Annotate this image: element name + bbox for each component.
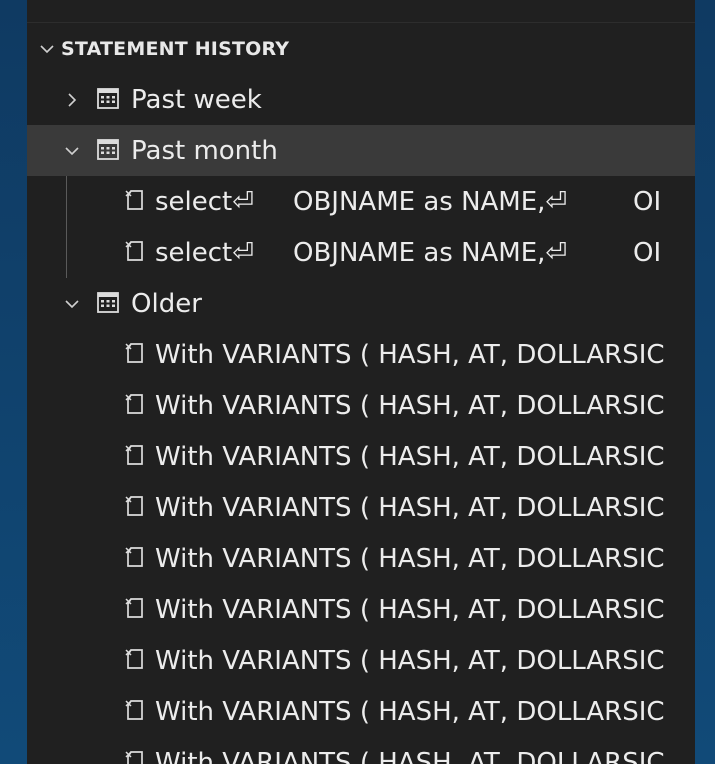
tree-group-past-week[interactable]: Past week (27, 74, 695, 125)
history-item[interactable]: With VARIANTS ( HASH, AT, DOLLARSIC (27, 737, 695, 764)
history-item[interactable]: With VARIANTS ( HASH, AT, DOLLARSIC (27, 329, 695, 380)
document-icon (123, 341, 147, 369)
statement-text: With VARIANTS ( HASH, AT, DOLLARSIC (155, 645, 665, 676)
history-item[interactable]: With VARIANTS ( HASH, AT, DOLLARSIC (27, 380, 695, 431)
history-item[interactable]: With VARIANTS ( HASH, AT, DOLLARSIC (27, 482, 695, 533)
chevron-right-icon[interactable] (61, 89, 83, 111)
statement-text: With VARIANTS ( HASH, AT, DOLLARSIC (155, 747, 665, 764)
document-icon (123, 392, 147, 420)
statement-history-panel: STATEMENT HISTORY Past week Past month s… (27, 0, 695, 764)
chevron-down-icon[interactable] (27, 41, 61, 57)
document-icon (123, 698, 147, 726)
statement-text: With VARIANTS ( HASH, AT, DOLLARSIC (155, 594, 665, 625)
chevron-down-icon[interactable] (61, 293, 83, 315)
statement-part: OI (633, 237, 662, 268)
statement-part: select⏎ (155, 186, 255, 217)
statement-part: OBJNAME as NAME,⏎ (293, 237, 568, 268)
history-item[interactable]: select⏎ OBJNAME as NAME,⏎ OI (27, 227, 695, 278)
older-children: With VARIANTS ( HASH, AT, DOLLARSIC With… (27, 329, 695, 764)
calendar-icon (95, 85, 121, 115)
chevron-down-icon[interactable] (61, 140, 83, 162)
document-icon (123, 647, 147, 675)
group-label: Older (131, 288, 202, 319)
statement-text: With VARIANTS ( HASH, AT, DOLLARSIC (155, 696, 665, 727)
group-label: Past month (131, 135, 278, 166)
tree-group-older[interactable]: Older (27, 278, 695, 329)
statement-part: select⏎ (155, 237, 255, 268)
tree-group-past-month[interactable]: Past month (27, 125, 695, 176)
history-item[interactable]: select⏎ OBJNAME as NAME,⏎ OI (27, 176, 695, 227)
section-header[interactable]: STATEMENT HISTORY (27, 32, 695, 66)
statement-part: OI (633, 186, 662, 217)
statement-text: With VARIANTS ( HASH, AT, DOLLARSIC (155, 441, 665, 472)
history-tree: Past week Past month select⏎ OBJNAME as … (27, 74, 695, 764)
statement-part: OBJNAME as NAME,⏎ (293, 186, 568, 217)
section-title: STATEMENT HISTORY (61, 38, 290, 60)
statement-text: With VARIANTS ( HASH, AT, DOLLARSIC (155, 390, 665, 421)
history-item[interactable]: With VARIANTS ( HASH, AT, DOLLARSIC (27, 431, 695, 482)
divider (27, 22, 695, 23)
statement-text: With VARIANTS ( HASH, AT, DOLLARSIC (155, 339, 665, 370)
document-icon (123, 239, 147, 267)
group-label: Past week (131, 84, 262, 115)
statement-text: With VARIANTS ( HASH, AT, DOLLARSIC (155, 492, 665, 523)
document-icon (123, 545, 147, 573)
history-item[interactable]: With VARIANTS ( HASH, AT, DOLLARSIC (27, 584, 695, 635)
statement-text: With VARIANTS ( HASH, AT, DOLLARSIC (155, 543, 665, 574)
history-item[interactable]: With VARIANTS ( HASH, AT, DOLLARSIC (27, 635, 695, 686)
document-icon (123, 188, 147, 216)
document-icon (123, 443, 147, 471)
document-icon (123, 749, 147, 764)
past-month-children: select⏎ OBJNAME as NAME,⏎ OI select⏎ OBJ… (27, 176, 695, 278)
history-item[interactable]: With VARIANTS ( HASH, AT, DOLLARSIC (27, 686, 695, 737)
calendar-icon (95, 289, 121, 319)
document-icon (123, 596, 147, 624)
history-item[interactable]: With VARIANTS ( HASH, AT, DOLLARSIC (27, 533, 695, 584)
document-icon (123, 494, 147, 522)
calendar-icon (95, 136, 121, 166)
